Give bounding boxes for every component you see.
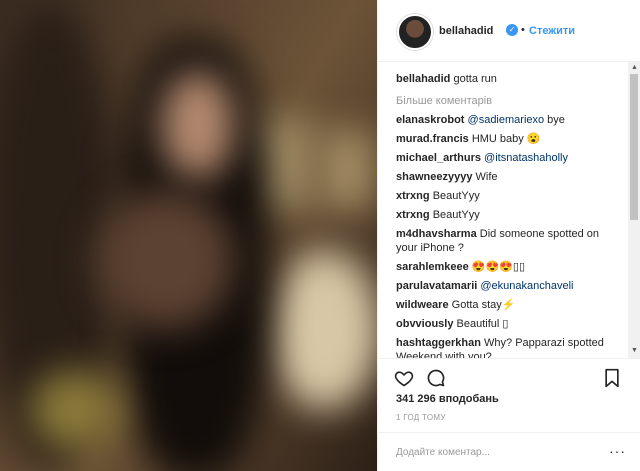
comment-item: michael_arthurs @itsnatashaholly [396, 151, 618, 165]
comment-username[interactable]: m4dhavsharma [396, 228, 477, 240]
comment-text: bye [544, 114, 565, 126]
comment-item: shawneezyyyy Wife [396, 170, 618, 184]
comment-username[interactable]: wildweare [396, 299, 449, 311]
bookmark-icon[interactable] [600, 366, 624, 390]
comment-username[interactable]: obvviously [396, 318, 453, 330]
comments-scrollbar[interactable]: ▲ ▼ [628, 62, 640, 358]
comment-username[interactable]: hashtaggerkhan [396, 337, 481, 349]
comment-text: 😍😍😍▯▯ [471, 261, 526, 273]
post-sidebar: bellahadid ✓ • Стежити bellahadid gotta … [377, 0, 640, 471]
comment-username[interactable]: sarahlemkeee [396, 261, 469, 273]
comment-text: Gotta stay⚡ [451, 299, 516, 311]
username-link[interactable]: bellahadid [439, 25, 493, 37]
comment-item: elanaskrobot @sadiemariexo bye [396, 113, 618, 127]
comment-item: obvviously Beautiful ▯ [396, 317, 618, 331]
post-header: bellahadid ✓ • Стежити [378, 0, 640, 62]
comment-item: hashtaggerkhan Why? Papparazi spotted We… [396, 336, 618, 358]
post-photo[interactable] [0, 0, 377, 471]
comment-text: Wife [475, 171, 498, 183]
add-comment-bar: Додайте коментар... ··· [378, 432, 640, 471]
likes-count[interactable]: 341 296 вподобань [396, 393, 499, 405]
comment-username[interactable]: parulavatamarii [396, 280, 477, 292]
comment-item: xtrxng BeautYyy [396, 189, 618, 203]
comment-item: murad.francis HMU baby 😮 [396, 132, 618, 146]
comment-mention[interactable]: @itsnatashaholly [484, 152, 568, 164]
comment-item: parulavatamarii @ekunakanchaveli [396, 279, 618, 293]
scroll-up-arrow-icon[interactable]: ▲ [631, 64, 638, 71]
photo-shape [160, 70, 235, 180]
heart-icon[interactable] [392, 366, 416, 390]
comment-text: BeautYyy [432, 209, 480, 221]
divider [378, 358, 640, 359]
verified-badge-icon: ✓ [506, 24, 518, 36]
instagram-post-view: bellahadid ✓ • Стежити bellahadid gotta … [0, 0, 640, 471]
comment-username[interactable]: xtrxng [396, 209, 430, 221]
avatar[interactable] [397, 14, 433, 50]
action-bar [378, 366, 640, 390]
comment-input[interactable]: Додайте коментар... [396, 447, 490, 458]
scrollbar-thumb[interactable] [630, 74, 638, 220]
comment-item: m4dhavsharma Did someone spotted on your… [396, 227, 618, 255]
comment-icon[interactable] [424, 366, 448, 390]
post-timestamp: 1 ГОД ТОМУ [396, 413, 446, 422]
comment-item: xtrxng BeautYyy [396, 208, 618, 222]
more-comments-link[interactable]: Більше коментарів [396, 94, 618, 108]
comment-username[interactable]: murad.francis [396, 133, 469, 145]
comment-username[interactable]: xtrxng [396, 190, 430, 202]
comment-item: sarahlemkeee 😍😍😍▯▯ [396, 260, 618, 274]
photo-shape [95, 190, 235, 330]
follow-button[interactable]: Стежити [529, 25, 575, 37]
photo-shape [270, 250, 377, 410]
comment-text: HMU baby 😮 [471, 133, 541, 145]
photo-shape [30, 370, 120, 450]
comment-username[interactable]: michael_arthurs [396, 152, 481, 164]
comment-mention[interactable]: @ekunakanchaveli [480, 280, 573, 292]
comment-text: Beautiful ▯ [456, 318, 509, 330]
comment-text: BeautYyy [432, 190, 480, 202]
scroll-down-arrow-icon[interactable]: ▼ [631, 347, 638, 354]
comment-username[interactable]: elanaskrobot [396, 114, 464, 126]
caption-username[interactable]: bellahadid [396, 73, 450, 85]
separator-dot: • [521, 24, 525, 36]
comment-mention[interactable]: @sadiemariexo [468, 114, 545, 126]
caption: bellahadid gotta run [396, 72, 618, 86]
comment-username[interactable]: shawneezyyyy [396, 171, 472, 183]
comment-item: wildweare Gotta stay⚡ [396, 298, 618, 312]
photo-shape [320, 130, 375, 210]
caption-text: gotta run [453, 73, 497, 85]
comments-list: bellahadid gotta run Більше коментарів e… [378, 62, 628, 358]
more-options-icon[interactable]: ··· [609, 443, 626, 459]
